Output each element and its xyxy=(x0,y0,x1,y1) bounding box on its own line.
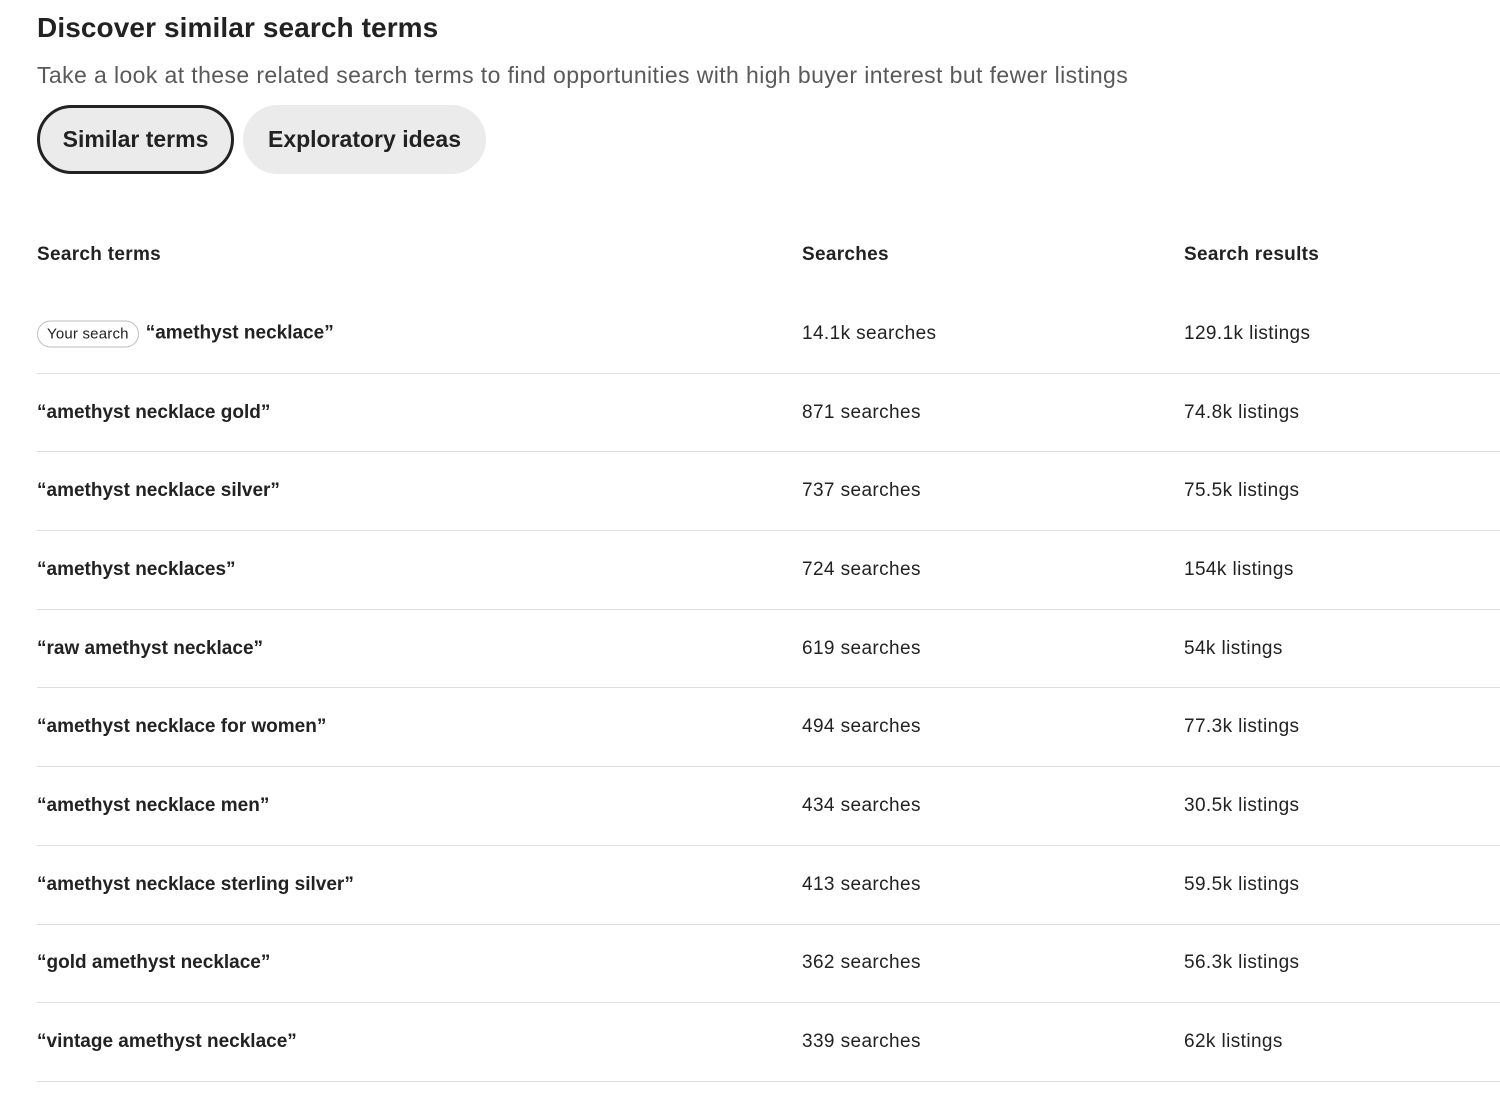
tab-similar-terms[interactable]: Similar terms xyxy=(37,105,234,174)
searches-count: 434 searches xyxy=(802,794,921,816)
search-term-text: “raw amethyst necklace” xyxy=(37,637,264,659)
listings-count: 30.5k listings xyxy=(1184,794,1300,816)
searches-count: 494 searches xyxy=(802,716,921,738)
search-term-cell: “amethyst necklace men” xyxy=(37,795,269,817)
search-term-cell: “amethyst necklace silver” xyxy=(37,480,280,502)
table-row: “amethyst necklace gold” 871 searches 74.8… xyxy=(37,374,1500,453)
searches-count: 14.1k searches xyxy=(802,322,937,344)
column-header-search-terms: Search terms xyxy=(37,244,162,265)
searches-count: 339 searches xyxy=(802,1031,921,1053)
searches-count: 724 searches xyxy=(802,558,921,580)
search-term-cell: Your search “amethyst necklace” xyxy=(37,320,334,348)
search-term-text: “amethyst necklace silver” xyxy=(37,480,280,502)
listings-count: 77.3k listings xyxy=(1184,716,1300,738)
column-header-search-results: Search results xyxy=(1184,244,1320,265)
search-term-cell: “raw amethyst necklace” xyxy=(37,638,263,660)
search-term-text: “amethyst necklace sterling silver” xyxy=(37,873,354,895)
searches-count: 619 searches xyxy=(802,637,921,659)
search-term-text: “amethyst necklace for women” xyxy=(37,716,327,738)
table-row: “amethyst necklace for women” 494 searche… xyxy=(37,688,1500,768)
listings-count: 74.8k listings xyxy=(1184,401,1300,423)
your-search-badge: Your search xyxy=(37,320,139,348)
searches-count: 871 searches xyxy=(802,401,921,423)
search-term-cell: “amethyst necklaces” xyxy=(37,559,236,581)
table-row: “amethyst necklaces” 724 searches 154k lis… xyxy=(37,531,1500,610)
listings-count: 54k listings xyxy=(1184,637,1283,659)
search-term-text: “gold amethyst necklace” xyxy=(37,952,271,974)
search-term-cell: “amethyst necklace sterling silver” xyxy=(37,874,354,896)
search-term-text: “vintage amethyst necklace” xyxy=(37,1031,297,1053)
search-term-cell: “amethyst necklace gold” xyxy=(37,402,270,424)
searches-count: 362 searches xyxy=(802,952,921,974)
table-row: “gold amethyst necklace” 362 searches 56.3… xyxy=(37,925,1500,1004)
similar-search-terms-panel: Discover similar search terms Take a loo… xyxy=(0,0,1500,1106)
listings-count: 59.5k listings xyxy=(1184,873,1300,895)
search-term-text: “amethyst necklace men” xyxy=(37,794,270,816)
table-row: “vintage amethyst necklace” 339 searches 6… xyxy=(37,1003,1500,1082)
search-term-cell: “vintage amethyst necklace” xyxy=(37,1031,297,1053)
tab-exploratory-ideas[interactable]: Exploratory ideas xyxy=(243,105,486,174)
column-header-searches: Searches xyxy=(802,244,889,265)
search-term-cell: “amethyst necklace for women” xyxy=(37,716,326,738)
search-term-text: “amethyst necklace gold” xyxy=(37,401,271,423)
table-row: “amethyst necklace silver” 737 searches 75… xyxy=(37,452,1500,532)
listings-count: 56.3k listings xyxy=(1184,952,1300,974)
search-term-cell: “gold amethyst necklace” xyxy=(37,952,270,974)
searches-count: 737 searches xyxy=(802,480,921,502)
table-row: Your search “amethyst necklace” 14.1k sear… xyxy=(37,295,1500,374)
search-terms-table: Your search “amethyst necklace” 14.1k sear… xyxy=(37,295,1500,1082)
table-row: “amethyst necklace sterling silver” 413 s… xyxy=(37,846,1500,925)
search-term-text: “amethyst necklaces” xyxy=(37,558,236,580)
section-subtitle: Take a look at these related search term… xyxy=(37,62,1129,88)
listings-count: 154k listings xyxy=(1184,558,1294,580)
search-term-text: “amethyst necklace” xyxy=(145,322,334,344)
listings-count: 62k listings xyxy=(1184,1031,1283,1053)
table-row: “amethyst necklace men” 434 searches 30.5k… xyxy=(37,767,1500,846)
section-title: Discover similar search terms xyxy=(37,12,439,43)
term-type-tabs: Similar terms Exploratory ideas xyxy=(37,105,486,174)
listings-count: 129.1k listings xyxy=(1184,322,1311,344)
table-row: “raw amethyst necklace” 619 searches 54k l… xyxy=(37,610,1500,689)
searches-count: 413 searches xyxy=(802,873,921,895)
listings-count: 75.5k listings xyxy=(1184,480,1300,502)
